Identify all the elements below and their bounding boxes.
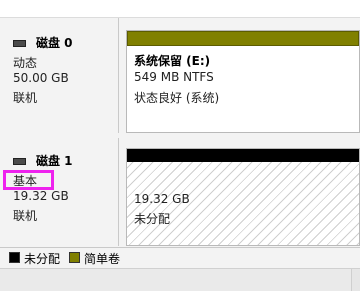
disk-1-row[interactable]: 磁盘 1 基本 19.32 GB 联机 19.32 GB 未分配: [0, 138, 360, 246]
disk-icon: [13, 158, 26, 165]
disk-0-type: 动态: [13, 56, 38, 70]
volume-system-reserved[interactable]: 系统保留 (E:) 549 MB NTFS 状态良好 (系统): [126, 30, 360, 133]
legend-swatch-unallocated: [9, 252, 20, 263]
simple-volume-bar: [127, 31, 359, 46]
disk-0-size: 50.00 GB: [13, 71, 69, 85]
disk-1-header: 磁盘 1: [13, 152, 73, 169]
volume-size-fs: 549 MB NTFS: [134, 70, 214, 84]
horizontal-scrollbar[interactable]: [0, 268, 360, 291]
disk-1-volume-area: 19.32 GB 未分配: [126, 138, 360, 246]
disk-0-name: 磁盘 0: [36, 36, 73, 50]
disk-0-status: 联机: [13, 91, 38, 105]
legend-label-unallocated: 未分配: [24, 252, 61, 266]
legend-label-simple: 简单卷: [84, 252, 121, 266]
disk-1-name: 磁盘 1: [36, 154, 73, 168]
volume-status: 状态良好 (系统): [134, 91, 220, 105]
disk-1-status: 联机: [13, 209, 38, 223]
disk-0-volume-area: 系统保留 (E:) 549 MB NTFS 状态良好 (系统): [126, 18, 360, 133]
disk-icon: [13, 40, 26, 47]
legend-swatch-simple: [69, 252, 80, 263]
disk-0-info-panel[interactable]: 磁盘 0 动态 50.00 GB 联机: [0, 18, 119, 133]
unallocated-bar: [127, 149, 359, 162]
scrollbar-end[interactable]: [351, 269, 360, 291]
legend: 未分配 简单卷: [0, 247, 360, 268]
disk-0-header: 磁盘 0: [13, 34, 73, 51]
disk-1-size: 19.32 GB: [13, 189, 69, 203]
disk-1-info-panel[interactable]: 磁盘 1 基本 19.32 GB 联机: [0, 138, 119, 246]
volume-unallocated[interactable]: 19.32 GB 未分配: [126, 148, 360, 246]
volume-label: 系统保留 (E:): [134, 54, 211, 68]
unallocated-status: 未分配: [134, 212, 171, 226]
highlight-box: [3, 170, 54, 190]
disk-0-row[interactable]: 磁盘 0 动态 50.00 GB 联机 系统保留 (E:) 549 MB NTF…: [0, 18, 360, 133]
top-toolbar-strip: [0, 0, 360, 18]
unallocated-size: 19.32 GB: [134, 192, 190, 206]
